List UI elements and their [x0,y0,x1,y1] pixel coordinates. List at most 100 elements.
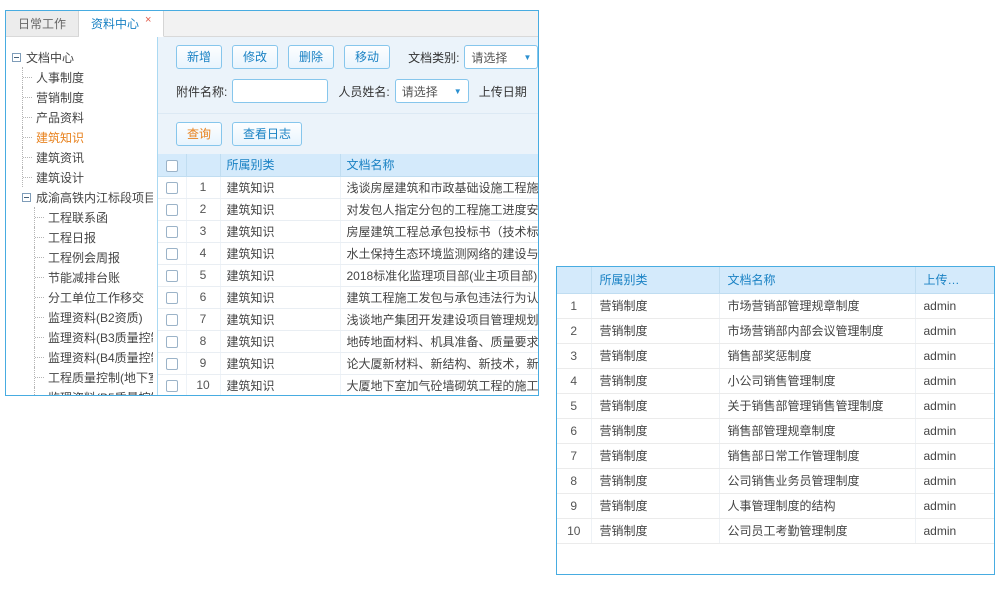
delete-button[interactable]: 删除 [288,45,334,69]
row-doc-name[interactable]: 浅谈地产集团开发建设项目管理规划编… [340,308,538,330]
row-checkbox[interactable] [166,292,178,304]
tab-label: 资料中心 [91,15,139,32]
header-doc-name: 文档名称 [340,154,538,176]
tree-item-label: 监理资料(B5质量控制) [48,389,153,397]
row-doc-name[interactable]: 关于销售部管理销售管理制度 [719,393,915,418]
result-table: 所属别类 文档名称 上传… 1营销制度市场营销部管理规章制度admin2营销制度… [557,267,994,544]
row-doc-name[interactable]: 市场营销部管理规章制度 [719,293,915,318]
tree-item[interactable]: 监理资料(B4质量控制) [10,347,153,367]
row-doc-name[interactable]: 销售部奖惩制度 [719,343,915,368]
tree-item-label: 监理资料(B3质量控制) [48,329,153,346]
table-header-row: 所属别类 文档名称 [158,154,538,176]
row-checkbox-cell [158,176,186,198]
row-checkbox[interactable] [166,248,178,260]
row-seq: 5 [557,393,591,418]
row-doc-name[interactable]: 小公司销售管理制度 [719,368,915,393]
tree-item[interactable]: 营销制度 [10,87,153,107]
row-doc-name[interactable]: 销售部日常工作管理制度 [719,443,915,468]
row-checkbox[interactable] [166,182,178,194]
table-row: 1营销制度市场营销部管理规章制度admin [557,293,994,318]
row-doc-name[interactable]: 地砖地面材料、机具准备、质量要求及… [340,330,538,352]
row-doc-name[interactable]: 销售部管理规章制度 [719,418,915,443]
table-header-row: 所属别类 文档名称 上传… [557,267,994,293]
tree-item[interactable]: 工程日报 [10,227,153,247]
row-doc-name[interactable]: 2018标准化监理项目部(业主项目部)人员… [340,264,538,286]
row-category: 建筑知识 [220,176,340,198]
row-uploader: admin [915,343,994,368]
tree-item[interactable]: 建筑资讯 [10,147,153,167]
row-doc-name[interactable]: 建筑工程施工发包与承包违法行为认定… [340,286,538,308]
tree-item[interactable]: 建筑设计 [10,167,153,187]
row-checkbox-cell [158,220,186,242]
document-center-window: 日常工作 资料中心 × 文档中心人事制度营销制度产品资料建筑知识建筑资讯建筑设计… [5,10,539,396]
move-button[interactable]: 移动 [344,45,390,69]
row-seq: 3 [557,343,591,368]
tab-data-center[interactable]: 资料中心 × [79,11,164,37]
header-uploader: 上传… [915,267,994,293]
table-row: 4营销制度小公司销售管理制度admin [557,368,994,393]
row-doc-name[interactable]: 人事管理制度的结构 [719,493,915,518]
tree-item-label: 建筑知识 [36,129,84,146]
tree-item[interactable]: 工程例会周报 [10,247,153,267]
attachment-name-label: 附件名称: [176,83,227,100]
select-all-checkbox[interactable] [166,160,178,172]
row-doc-name[interactable]: 公司销售业务员管理制度 [719,468,915,493]
tree-branch-line [34,387,45,396]
tree-item[interactable]: 文档中心 [10,47,153,67]
row-checkbox[interactable] [166,314,178,326]
row-doc-name[interactable]: 对发包人指定分包的工程施工进度安排… [340,198,538,220]
person-name-select[interactable]: 请选择 ▼ [395,79,469,103]
row-doc-name[interactable]: 浅谈房屋建筑和市政基础设施工程施工… [340,176,538,198]
table-row: 5营销制度关于销售部管理销售管理制度admin [557,393,994,418]
view-log-button[interactable]: 查看日志 [232,122,302,146]
close-icon[interactable]: × [145,15,151,25]
row-category: 建筑知识 [220,374,340,396]
row-checkbox-cell [158,198,186,220]
tree-item-label: 建筑设计 [36,169,84,186]
tree-collapse-icon[interactable] [12,53,21,62]
attachment-name-input[interactable] [232,79,328,103]
row-doc-name[interactable]: 公司员工考勤管理制度 [719,518,915,543]
tree-item[interactable]: 人事制度 [10,67,153,87]
row-checkbox[interactable] [166,226,178,238]
row-doc-name[interactable]: 水土保持生态环境监测网络的建设与资… [340,242,538,264]
tree-item-label: 成渝高铁内江标段项目 [36,189,153,206]
tree-item[interactable]: 监理资料(B3质量控制) [10,327,153,347]
row-doc-name[interactable]: 论大厦新材料、新结构、新技术，新工… [340,352,538,374]
row-uploader: admin [915,293,994,318]
tree-item[interactable]: 监理资料(B2资质) [10,307,153,327]
tree-item[interactable]: 成渝高铁内江标段项目 [10,187,153,207]
tree-item[interactable]: 工程联系函 [10,207,153,227]
tree-item[interactable]: 监理资料(B5质量控制) [10,387,153,396]
edit-button[interactable]: 修改 [232,45,278,69]
row-doc-name[interactable]: 大厦地下室加气砼墙砌筑工程的施工方… [340,374,538,396]
tree-item[interactable]: 工程质量控制(地下室) [10,367,153,387]
row-checkbox[interactable] [166,380,178,392]
row-checkbox[interactable] [166,336,178,348]
row-checkbox[interactable] [166,204,178,216]
row-checkbox[interactable] [166,358,178,370]
doc-category-select[interactable]: 请选择 ▼ [464,45,538,69]
row-seq: 9 [557,493,591,518]
table-row: 1建筑知识浅谈房屋建筑和市政基础设施工程施工… [158,176,538,198]
tree-item[interactable]: 建筑知识 [10,127,153,147]
add-button[interactable]: 新增 [176,45,222,69]
row-doc-name[interactable]: 房屋建筑工程总承包投标书（技术标）… [340,220,538,242]
row-doc-name[interactable]: 市场营销部内部会议管理制度 [719,318,915,343]
tree-collapse-icon[interactable] [22,193,31,202]
query-button[interactable]: 查询 [176,122,222,146]
tree-item[interactable]: 分工单位工作移交 [10,287,153,307]
row-category: 建筑知识 [220,220,340,242]
tree-item[interactable]: 产品资料 [10,107,153,127]
tree-branch-line [34,227,45,247]
table-row: 7建筑知识浅谈地产集团开发建设项目管理规划编… [158,308,538,330]
row-seq: 4 [557,368,591,393]
tree-item[interactable]: 节能减排台账 [10,267,153,287]
table-row: 10建筑知识大厦地下室加气砼墙砌筑工程的施工方… [158,374,538,396]
tab-daily-work[interactable]: 日常工作 [6,11,79,36]
row-checkbox-cell [158,286,186,308]
row-category: 营销制度 [591,343,719,368]
tree-branch-line [34,247,45,267]
row-seq: 7 [557,443,591,468]
row-checkbox[interactable] [166,270,178,282]
